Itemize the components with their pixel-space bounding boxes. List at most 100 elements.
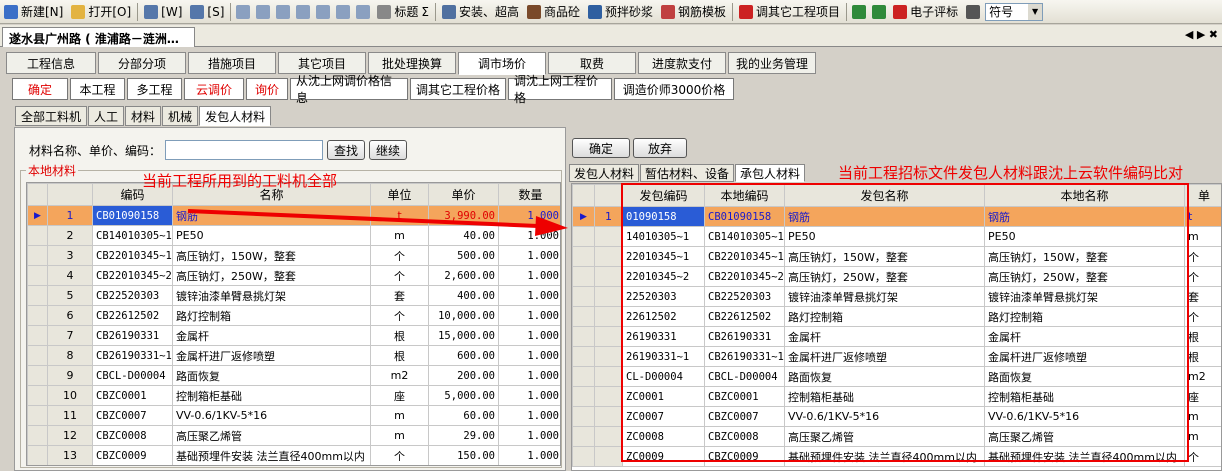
material-qty[interactable]: 1.000 (498, 285, 560, 306)
material-code[interactable]: CB01090158 (92, 205, 173, 226)
local-name[interactable]: VV-0.6/1KV-5*16 (984, 406, 1185, 427)
lock-icon[interactable] (236, 4, 251, 19)
bid-name[interactable]: 高压钠灯，250W，整套 (784, 266, 985, 287)
local-name[interactable]: 金属杆进厂返修喷塑 (984, 346, 1185, 367)
mapping-row[interactable]: CL-D00004 CBCL-D00004 路面恢复 路面恢复 m2 (572, 366, 1221, 387)
bid-name[interactable]: 金属杆进厂返修喷塑 (784, 346, 985, 367)
material-unit[interactable]: 个 (370, 265, 429, 286)
toolbar-button-0[interactable]: 新建[N] (0, 1, 67, 23)
toolbar-button-2[interactable]: [W] (140, 1, 186, 23)
document-tab[interactable]: 遂水县广州路 ( 淮浦路－涟洲… (2, 27, 195, 47)
material-tab-4[interactable]: 发包人材料 (199, 106, 272, 126)
adjust-button-7[interactable]: 调沈上网工程价格 (508, 74, 612, 105)
column-header-local-name[interactable]: 本地名称 (984, 184, 1185, 207)
right-tab-2[interactable]: 承包人材料 (735, 164, 806, 182)
bid-code[interactable]: ZC0008 (622, 426, 705, 447)
mapping-row[interactable]: 22520303 CB22520303 镀锌油漆单臂悬挑灯架 镀锌油漆单臂悬挑灯架套 (572, 286, 1221, 307)
local-material-row[interactable]: 9 CBCL-D00004 路面恢复 m2 200.00 1.000 (27, 365, 560, 386)
local-material-row[interactable]: 6 CB22612502 路灯控制箱个 10,000.00 1.000 (27, 305, 560, 326)
unit[interactable]: m (1184, 406, 1221, 427)
mapping-row[interactable]: 26190331~1 CB26190331~1 金属杆进厂返修喷塑 金属杆进厂返修喷塑… (572, 346, 1221, 367)
local-material-row[interactable]: 10 CBZC0001 控制箱柜基础座 5,000.00 1.000 (27, 385, 560, 406)
toolbar-button-10[interactable]: 电子评标 (889, 1, 962, 23)
toolbar-button-9[interactable]: 调其它工程项目 (735, 1, 844, 23)
adjust-button-8[interactable]: 调造价师3000价格 (614, 78, 734, 100)
unit[interactable]: 套 (1184, 286, 1221, 307)
toolbar-button-4[interactable]: 标题 Σ (373, 1, 433, 23)
material-qty[interactable]: 1.000 (498, 305, 560, 326)
material-name[interactable]: 高压聚乙烯管 (172, 425, 371, 446)
material-price[interactable]: 150.00 (428, 445, 499, 465)
unit[interactable]: 个 (1184, 246, 1221, 267)
material-price[interactable]: 15,000.00 (428, 325, 499, 346)
local-code[interactable]: CBZC0009 (704, 446, 785, 467)
toolbar-button-6[interactable]: 商品砼 (523, 1, 584, 23)
column-header-price[interactable]: 单价 (428, 183, 499, 206)
adjust-button-5[interactable]: 从沈上网调价格信息 (290, 74, 408, 105)
search-input[interactable] (165, 140, 324, 160)
bid-code[interactable]: ZC0007 (622, 406, 705, 427)
column-header-qty[interactable]: 数量 (498, 183, 560, 206)
material-name[interactable]: VV-0.6/1KV-5*16 (172, 405, 371, 426)
local-code[interactable]: CB22520303 (704, 286, 785, 307)
local-name[interactable]: PE50 (984, 226, 1185, 247)
local-material-row[interactable]: 3 CB22010345~1 高压钠灯，150W，整套个 500.00 1.000 (27, 245, 560, 266)
bid-code[interactable]: 22010345~1 (622, 246, 705, 267)
tab-6[interactable]: 取费 (548, 52, 636, 74)
local-code[interactable]: CB01090158 (704, 206, 785, 227)
material-qty[interactable]: 1.000 (498, 265, 560, 286)
bid-code[interactable]: 14010305~1 (622, 226, 705, 247)
bid-code[interactable]: ZC0009 (622, 446, 705, 467)
unit[interactable]: 个 (1184, 266, 1221, 287)
bid-name[interactable]: 路面恢复 (784, 366, 985, 387)
adjust-button-6[interactable]: 调其它工程价格 (410, 78, 506, 100)
adjust-button-2[interactable]: 多工程 (127, 78, 182, 100)
material-qty[interactable]: 1.000 (498, 225, 560, 246)
material-qty[interactable]: 1.000 (498, 405, 560, 426)
local-material-row[interactable]: 4 CB22010345~2 高压钠灯，250W，整套个 2,600.00 1.000 (27, 265, 560, 286)
bid-code[interactable]: 22612502 (622, 306, 705, 327)
local-material-row[interactable]: ▶ 1 CB01090158 钢筋 t 3,990.00 1.000 (27, 205, 560, 226)
bid-code[interactable]: CL-D00004 (622, 366, 705, 387)
adjust-button-4[interactable]: 询价 (246, 78, 288, 100)
local-name[interactable]: 高压聚乙烯管 (984, 426, 1185, 447)
find-button[interactable]: 查找 (327, 140, 366, 160)
mapping-row[interactable]: ZC0001 CBZC0001 控制箱柜基础 控制箱柜基础座 (572, 386, 1221, 407)
mapping-row[interactable]: ZC0007 CBZC0007 VV-0.6/1KV-5*16 VV-0.6/1KV-… (572, 406, 1221, 427)
column-header-bid-name[interactable]: 发包名称 (784, 184, 985, 207)
unit[interactable]: m2 (1184, 366, 1221, 387)
material-price[interactable]: 200.00 (428, 365, 499, 386)
column-header-local-code[interactable]: 本地编码 (704, 184, 785, 207)
material-unit[interactable]: 根 (370, 345, 429, 366)
toolbar-button-7[interactable]: 预拌砂浆 (584, 1, 657, 23)
local-code[interactable]: CB22612502 (704, 306, 785, 327)
material-name[interactable]: 金属杆 (172, 325, 371, 346)
material-code[interactable]: CBCL-D00004 (92, 365, 173, 386)
tab-0[interactable]: 工程信息 (6, 52, 96, 74)
unit[interactable]: 根 (1184, 346, 1221, 367)
bid-name[interactable]: 镀锌油漆单臂悬挑灯架 (784, 286, 985, 307)
material-tab-0[interactable]: 全部工料机 (15, 106, 88, 126)
column-header-bid-code[interactable]: 发包编码 (622, 184, 705, 207)
tab-2[interactable]: 措施项目 (188, 52, 276, 74)
material-code[interactable]: CB22612502 (92, 305, 173, 326)
material-code[interactable]: CB22010345~2 (92, 265, 173, 286)
material-price[interactable]: 3,990.00 (428, 205, 499, 226)
confirm-button[interactable]: 确定 (572, 138, 630, 158)
local-material-row[interactable]: 5 CB22520303 镀锌油漆单臂悬挑灯架套 400.00 1.000 (27, 285, 560, 306)
local-name[interactable]: 金属杆 (984, 326, 1185, 347)
bid-name[interactable]: 路灯控制箱 (784, 306, 985, 327)
material-code[interactable]: CBZC0007 (92, 405, 173, 426)
material-unit[interactable]: m (370, 425, 429, 446)
material-code[interactable]: CB26190331 (92, 325, 173, 346)
material-code[interactable]: CB22010345~1 (92, 245, 173, 266)
unit[interactable]: 座 (1184, 386, 1221, 407)
material-qty[interactable]: 1.000 (498, 245, 560, 266)
material-tab-3[interactable]: 机械 (162, 106, 199, 126)
local-name[interactable]: 高压钠灯，150W，整套 (984, 246, 1185, 267)
local-material-row[interactable]: 13 CBZC0009 基础预埋件安装 法兰直径400mm以内个 150.00 1.00… (27, 445, 560, 465)
bid-name[interactable]: 基础预埋件安装 法兰直径400mm以内 (784, 446, 985, 467)
material-name[interactable]: 控制箱柜基础 (172, 385, 371, 406)
material-unit[interactable]: 座 (370, 385, 429, 406)
local-name[interactable]: 基础预埋件安装 法兰直径400mm以内 (984, 446, 1185, 467)
